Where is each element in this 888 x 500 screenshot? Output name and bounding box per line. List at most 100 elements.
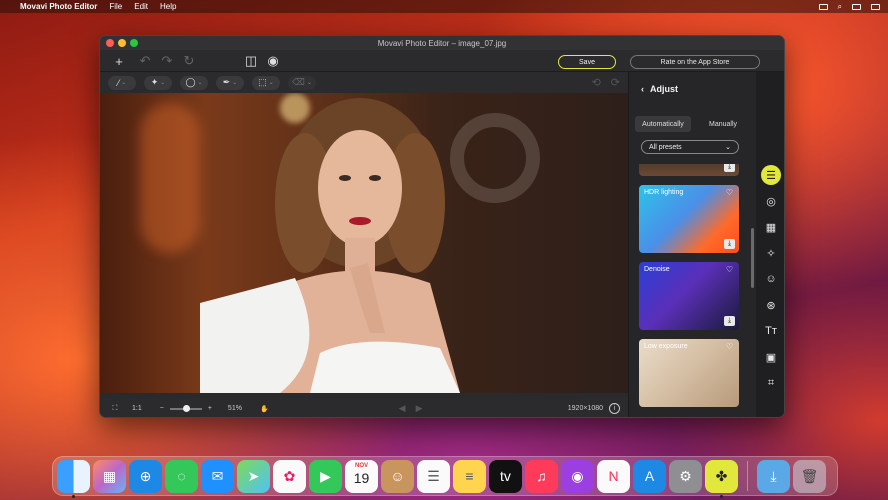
messages-icon[interactable]: ◌ xyxy=(165,459,198,493)
zoom-out-button[interactable]: − xyxy=(160,405,164,412)
preset-scrollbar[interactable] xyxy=(751,228,754,288)
finder-icon[interactable] xyxy=(57,459,90,498)
notes-icon[interactable]: ≡ xyxy=(453,459,486,493)
back-chevron-icon[interactable]: ‹ xyxy=(641,84,644,94)
system-settings-icon[interactable]: ⚙ xyxy=(669,459,702,493)
redo-icon[interactable]: ↷ xyxy=(156,51,178,71)
reminders-icon[interactable]: ☰ xyxy=(417,459,450,493)
launchpad-icon[interactable]: ▦ xyxy=(93,459,126,493)
menu-edit[interactable]: Edit xyxy=(134,2,148,11)
contacts-icon[interactable]: ☺ xyxy=(381,459,414,493)
music-icon[interactable]: ♫ xyxy=(525,459,558,493)
heart-icon[interactable]: ♡ xyxy=(726,188,733,197)
preview-eye-icon[interactable]: ◉ xyxy=(262,51,284,71)
selection-history: ⟲ ⟳ xyxy=(592,76,628,89)
save-button[interactable]: Save xyxy=(558,55,616,69)
download-icon[interactable]: ⤓ xyxy=(724,164,735,172)
control-center-icon[interactable] xyxy=(852,3,861,10)
download-icon[interactable]: ⤓ xyxy=(724,239,735,249)
overlay-icon[interactable]: ▣ xyxy=(761,347,781,367)
facetime-icon[interactable]: ▶ xyxy=(309,459,342,493)
preset-card-denoise[interactable]: Denoise ♡ ⤓ xyxy=(639,262,739,330)
add-icon[interactable]: + xyxy=(108,51,130,71)
main-toolbar: + ↶ ↷ ↻ ◫ ◉ Save Rate on the App Store xyxy=(100,51,784,72)
heart-icon[interactable]: ♡ xyxy=(726,342,733,351)
tab-automatically[interactable]: Automatically xyxy=(635,116,691,132)
menu-file[interactable]: File xyxy=(109,2,122,11)
magic-icon[interactable]: ✧ xyxy=(761,243,781,263)
rate-app-store-button[interactable]: Rate on the App Store xyxy=(630,55,760,69)
photo-canvas[interactable] xyxy=(100,93,628,393)
adjust-panel: ‹ Adjust Automatically Manually All pres… xyxy=(628,72,756,417)
traffic-lights xyxy=(106,39,138,47)
zoom-slider[interactable] xyxy=(169,404,202,412)
rect-select-icon: ⬚ xyxy=(258,77,267,87)
preset-card-hdr-lighting[interactable]: HDR lighting ♡ ⤓ xyxy=(639,185,739,253)
text-icon[interactable]: Tт xyxy=(761,321,781,341)
image-resolution: 1920×1080 xyxy=(567,405,603,412)
calendar-icon[interactable]: NOV 19 xyxy=(345,459,378,493)
face-icon[interactable]: ☺ xyxy=(761,269,781,289)
compare-icon[interactable]: ◫ xyxy=(240,51,262,71)
fit-screen-icon[interactable]: ⛶ xyxy=(106,405,124,413)
rect-select-tool[interactable]: ⬚ ⌄ xyxy=(252,75,280,90)
selection-undo-icon[interactable]: ⟲ xyxy=(592,76,601,89)
info-icon[interactable]: i xyxy=(609,403,620,414)
crop-icon[interactable]: ⌗ xyxy=(761,373,781,393)
selection-redo-icon[interactable]: ⟳ xyxy=(611,76,620,89)
podcasts-icon[interactable]: ◉ xyxy=(561,459,594,493)
pen-tool[interactable]: ✒ ⌄ xyxy=(216,75,244,90)
safari-icon[interactable]: ⊕ xyxy=(129,459,162,493)
preset-card-low-exposure[interactable]: Low exposure ♡ xyxy=(639,339,739,407)
image-navigation: ◀ ▶ xyxy=(399,403,423,414)
news-icon[interactable]: N xyxy=(597,459,630,493)
downloads-folder-icon[interactable]: ⤓ xyxy=(757,459,790,493)
next-image-icon[interactable]: ▶ xyxy=(416,403,423,414)
zoom-in-button[interactable]: + xyxy=(208,405,212,412)
maps-icon[interactable]: ➤ xyxy=(237,459,270,493)
heart-icon[interactable]: ♡ xyxy=(726,265,733,274)
minimize-window-button[interactable] xyxy=(118,39,126,47)
tool-sidebar: ☰ ◎ ▦ ✧ ☺ ⊛ Tт ▣ ⌗ xyxy=(756,72,784,417)
hand-tool-icon[interactable]: ✋ xyxy=(260,405,269,413)
magic-wand-tool[interactable]: ✦ ⌄ xyxy=(144,75,172,90)
brush-tool[interactable]: ⁄ ⌄ xyxy=(108,75,136,90)
search-icon[interactable]: ⌕ xyxy=(838,2,842,12)
actual-size-button[interactable]: 1:1 xyxy=(132,405,142,412)
menu-help[interactable]: Help xyxy=(160,2,176,11)
filters-icon[interactable]: ⊛ xyxy=(761,295,781,315)
undo-icon[interactable]: ↶ xyxy=(134,51,156,71)
previous-image-icon[interactable]: ◀ xyxy=(399,403,406,414)
photos-icon[interactable]: ✿ xyxy=(273,459,306,493)
background-icon[interactable]: ▦ xyxy=(761,217,781,237)
menu-app-name[interactable]: Movavi Photo Editor xyxy=(20,2,97,11)
movavi-photo-editor-icon[interactable]: ✤ xyxy=(705,459,738,498)
maximize-window-button[interactable] xyxy=(130,39,138,47)
close-window-button[interactable] xyxy=(106,39,114,47)
download-icon[interactable]: ⤓ xyxy=(724,316,735,326)
panel-title: Adjust xyxy=(650,84,678,94)
adjust-icon[interactable]: ☰ xyxy=(761,165,781,185)
eraser-icon: ⌫ xyxy=(292,77,305,87)
keyboard-icon[interactable] xyxy=(818,3,828,10)
preset-name: Denoise xyxy=(644,266,670,273)
zoom-slider-knob[interactable] xyxy=(182,404,190,412)
window-title: Movavi Photo Editor – image_07.jpg xyxy=(377,38,507,48)
mail-icon[interactable]: ✉ xyxy=(201,459,234,493)
battery-icon[interactable] xyxy=(871,3,880,10)
panel-header: ‹ Adjust xyxy=(641,84,678,94)
retouch-icon[interactable]: ◎ xyxy=(761,191,781,211)
tab-manually[interactable]: Manually xyxy=(695,116,751,132)
chevron-down-icon: ⌄ xyxy=(160,80,166,86)
macos-dock: ▦ ⊕ ◌ ✉ ➤ ✿ ▶ NOV 19 ☺ ☰ ≡ tv ♫ ◉ N A ⚙ … xyxy=(52,456,838,498)
presets-dropdown[interactable]: All presets ⌄ xyxy=(641,140,739,154)
background-bokeh xyxy=(140,103,200,253)
preset-card[interactable]: ⤓ xyxy=(639,164,739,176)
reset-icon[interactable]: ↻ xyxy=(178,51,200,71)
eraser-tool[interactable]: ⌫ ⌄ xyxy=(288,75,316,90)
window-titlebar[interactable]: Movavi Photo Editor – image_07.jpg xyxy=(100,36,784,50)
trash-icon[interactable]: 🗑 xyxy=(793,459,826,493)
apple-tv-icon[interactable]: tv xyxy=(489,459,522,493)
app-store-icon[interactable]: A xyxy=(633,459,666,493)
lasso-tool[interactable]: ◯ ⌄ xyxy=(180,75,208,90)
